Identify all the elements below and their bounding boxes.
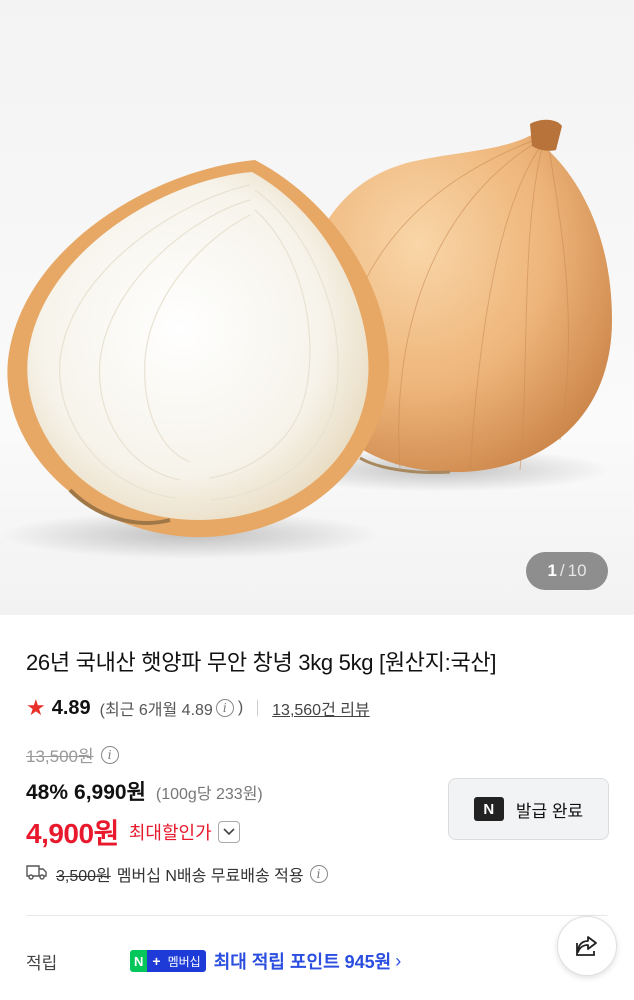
unit-price: (100g당 233원) [155, 786, 263, 803]
rating-row: ★ 4.89 (최근 6개월 4.89 i ) 13,560건 리뷰 [26, 694, 370, 722]
divider [26, 915, 608, 916]
max-points-link[interactable]: 최대 적립 포인트 945원 [214, 948, 392, 974]
points-row: 적립 N + 멤버십 최대 적립 포인트 945원 › [26, 948, 401, 974]
original-price-row: 13,500원 i [26, 742, 119, 767]
discount-price-row: 48% 6,990원 (100g당 233원) [26, 776, 263, 806]
chevron-right-icon: › [395, 950, 402, 971]
total-pages: 10 [567, 561, 587, 580]
info-icon[interactable]: i [215, 699, 234, 717]
rating-recent: (최근 6개월 4.89 [99, 702, 213, 719]
share-button[interactable] [557, 916, 617, 976]
shipping-fee: 3,500원 [56, 868, 111, 885]
image-page-counter: 1 / 10 [526, 552, 608, 590]
review-count-link[interactable]: 13,560건 리뷰 [272, 696, 370, 720]
info-icon[interactable]: i [100, 745, 119, 764]
shipping-row: 3,500원 멤버십 N배송 무료배송 적용 i [26, 862, 328, 886]
original-price: 13,500원 [26, 747, 94, 766]
rating-score: 4.89 [51, 696, 91, 719]
points-label: 적립 [26, 953, 58, 973]
badge-membership: 멤버십 [165, 950, 206, 972]
coupon-issued-button[interactable]: N 발급 완료 [448, 778, 609, 840]
divider [257, 700, 259, 716]
onion-photo [0, 119, 612, 559]
shipping-text: 멤버십 N배송 무료배송 적용 [116, 868, 304, 885]
product-image-gallery[interactable]: 1 / 10 [0, 0, 634, 615]
chevron-down-icon[interactable] [217, 821, 240, 843]
star-icon: ★ [26, 695, 46, 720]
badge-plus: + [147, 950, 166, 972]
rating-recent-close: ) [237, 699, 244, 716]
naver-n-icon: N [473, 797, 504, 821]
product-title: 26년 국내산 햇양파 무안 창녕 3kg 5kg [원산지:국산] [26, 650, 497, 675]
truck-icon [26, 864, 48, 885]
page-separator: / [559, 561, 565, 580]
naver-membership-badge: N + 멤버십 [130, 950, 206, 972]
discount-rate: 48% [26, 781, 69, 804]
discount-price: 6,990원 [74, 781, 146, 804]
info-icon[interactable]: i [309, 865, 328, 883]
share-icon [576, 936, 597, 956]
coupon-label: 발급 완료 [515, 801, 584, 821]
current-page: 1 [547, 561, 557, 580]
max-discount-label: 최대할인가 [128, 823, 212, 843]
max-discount-row: 4,900원 최대할인가 [26, 812, 240, 852]
badge-n: N [130, 950, 148, 972]
max-discount-price: 4,900원 [26, 818, 119, 849]
